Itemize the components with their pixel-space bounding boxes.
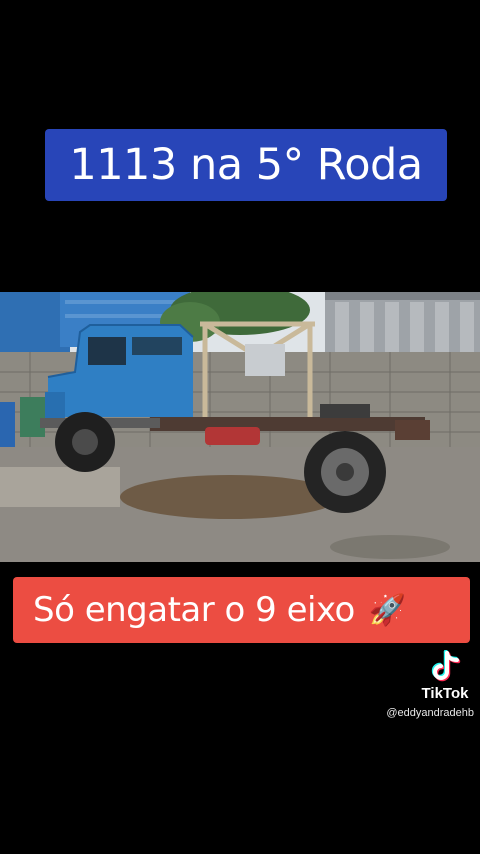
truck-photo [0, 292, 480, 562]
bottom-caption: Só engatar o 9 eixo 🚀 [13, 577, 470, 643]
tiktok-wordmark: TikTok [421, 685, 469, 702]
top-caption-text: 1113 na 5° Roda [69, 140, 423, 190]
tiktok-note-icon [431, 650, 461, 682]
top-caption: 1113 na 5° Roda [45, 129, 447, 201]
rocket-emoji: 🚀 [368, 592, 406, 628]
bottom-caption-text: Só engatar o 9 eixo [33, 590, 355, 630]
tiktok-handle: @eddyandradehb [386, 707, 474, 719]
